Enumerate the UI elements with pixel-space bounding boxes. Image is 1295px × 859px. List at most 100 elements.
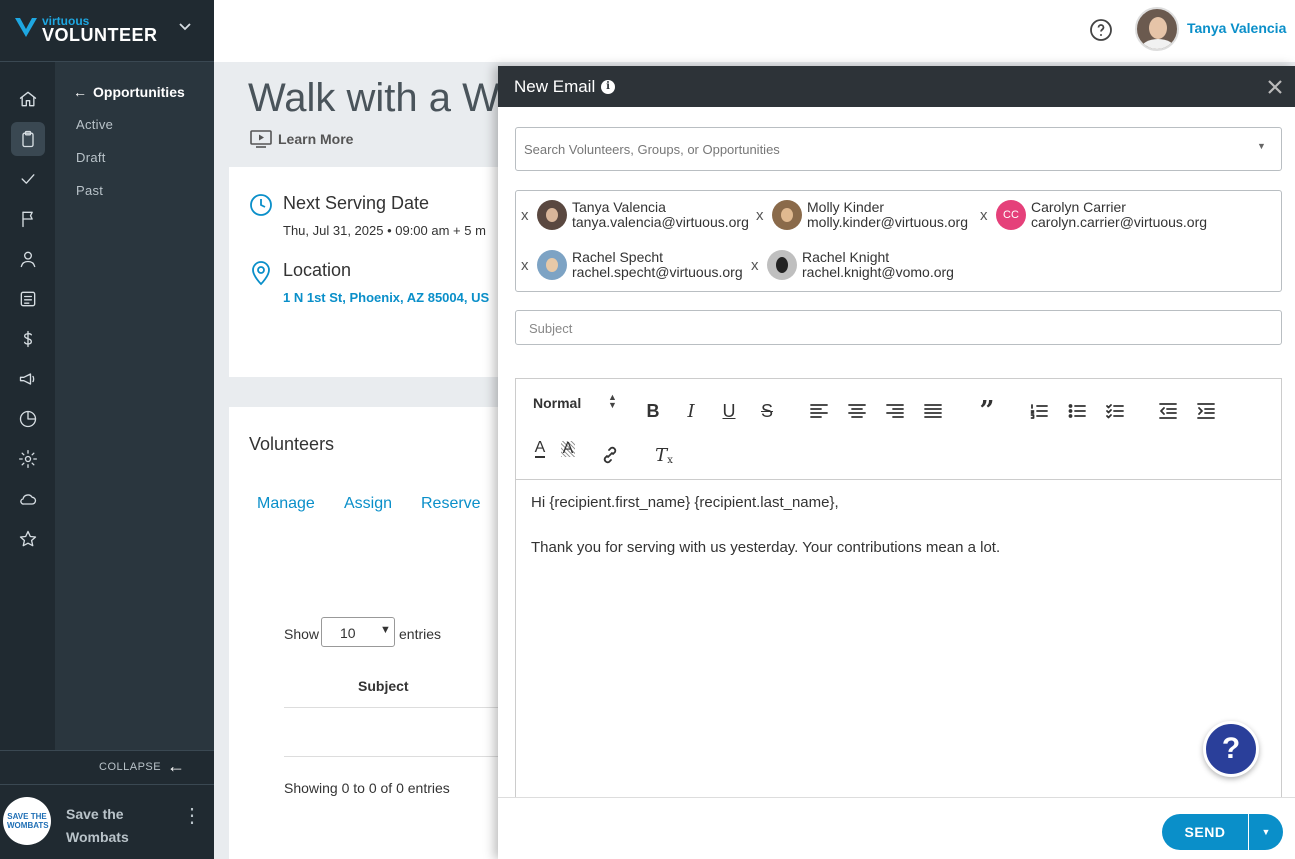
- showing-entries-text: Showing 0 to 0 of 0 entries: [284, 780, 450, 796]
- align-left-icon[interactable]: [807, 399, 831, 423]
- strikethrough-icon[interactable]: S: [755, 399, 779, 423]
- collapse-button[interactable]: COLLAPSE ←: [0, 750, 214, 784]
- checklist-icon[interactable]: [1103, 399, 1127, 423]
- indent-icon[interactable]: [1194, 399, 1218, 423]
- collapse-label: COLLAPSE: [99, 761, 162, 773]
- link-icon[interactable]: [598, 443, 622, 467]
- sort-arrows-icon: ▲ ▼: [608, 392, 617, 410]
- close-icon[interactable]: [1266, 78, 1284, 96]
- megaphone-icon[interactable]: [11, 362, 45, 396]
- recipient-name: Carolyn Carrier: [1031, 199, 1126, 215]
- recipients-box[interactable]: x Tanya Valencia tanya.valencia@virtuous.…: [515, 190, 1282, 292]
- format-select-value: Normal: [533, 395, 582, 411]
- recipient-chip: x Rachel Knight rachel.knight@vomo.org: [751, 250, 954, 280]
- editor-toolbar: Normal ▲ ▼ B I U S ” A A Tx: [516, 379, 1281, 480]
- tab-manage[interactable]: Manage: [257, 495, 315, 513]
- recipient-avatar: [537, 200, 567, 230]
- volunteers-heading: Volunteers: [249, 434, 335, 454]
- location-pin-icon: [252, 261, 270, 286]
- remove-recipient-button[interactable]: x: [980, 207, 996, 224]
- person-icon[interactable]: [11, 242, 45, 276]
- video-play-icon: [250, 130, 272, 148]
- modal-title: New Email: [514, 77, 596, 96]
- location-label: Location: [283, 260, 352, 280]
- dollar-icon[interactable]: [11, 322, 45, 356]
- column-header-subject[interactable]: Subject: [358, 678, 409, 694]
- align-center-icon[interactable]: [845, 399, 869, 423]
- ordered-list-icon[interactable]: [1027, 399, 1051, 423]
- caret-down-icon: ▼: [1261, 827, 1271, 837]
- back-to-opportunities[interactable]: ← Opportunities: [73, 84, 185, 100]
- clear-format-icon[interactable]: Tx: [652, 443, 676, 467]
- email-editor: Normal ▲ ▼ B I U S ” A A Tx Hi {recipient…: [515, 378, 1282, 859]
- info-icon[interactable]: i: [601, 80, 615, 94]
- cloud-icon[interactable]: [11, 482, 45, 516]
- recipient-search-placeholder: Search Volunteers, Groups, or Opportunit…: [524, 142, 780, 157]
- italic-icon[interactable]: I: [679, 399, 703, 423]
- org-switcher[interactable]: SAVE THE WOMBATS Save the Wombats ⋮: [0, 784, 214, 859]
- caret-down-icon[interactable]: ▼: [1257, 141, 1266, 151]
- org-logo: SAVE THE WOMBATS: [3, 797, 51, 845]
- volunteers-card: Volunteers Manage Assign Reserve Show 10…: [229, 407, 529, 859]
- check-icon[interactable]: [11, 162, 45, 196]
- next-serving-label: Next Serving Date: [283, 193, 430, 213]
- top-header: Tanya Valencia: [214, 0, 1295, 62]
- recipient-chip: x Tanya Valencia tanya.valencia@virtuous.…: [521, 200, 749, 230]
- location-link[interactable]: 1 N 1st St, Phoenix, AZ 85004, US: [283, 290, 489, 305]
- tab-reserve[interactable]: Reserve: [421, 495, 481, 513]
- bullet-list-icon[interactable]: [1065, 399, 1089, 423]
- tab-assign[interactable]: Assign: [344, 495, 392, 513]
- kebab-menu-icon[interactable]: ⋮: [182, 806, 202, 826]
- gear-icon[interactable]: [11, 442, 45, 476]
- bold-icon[interactable]: B: [641, 399, 665, 423]
- underline-icon[interactable]: U: [717, 399, 741, 423]
- clipboard-icon[interactable]: [11, 122, 45, 156]
- recipient-email: rachel.specht@virtuous.org: [572, 264, 743, 280]
- send-label: SEND: [1184, 824, 1226, 840]
- recipient-email: carolyn.carrier@virtuous.org: [1031, 214, 1208, 230]
- format-select[interactable]: Normal ▲ ▼: [533, 392, 623, 415]
- org-logo-text: SAVE THE WOMBATS: [7, 812, 49, 830]
- learn-more-link[interactable]: Learn More: [250, 130, 353, 148]
- entries-select-value: 10: [340, 625, 356, 641]
- remove-recipient-button[interactable]: x: [751, 257, 767, 274]
- help-bubble[interactable]: ?: [1203, 721, 1259, 777]
- recipient-chip: x CC Carolyn Carrier carolyn.carrier@virt…: [980, 200, 1207, 230]
- remove-recipient-button[interactable]: x: [756, 207, 772, 224]
- subnav-item-draft[interactable]: Draft: [76, 150, 106, 165]
- recipient-email: rachel.knight@vomo.org: [802, 264, 954, 280]
- help-icon[interactable]: [1089, 18, 1113, 42]
- subnav-item-active[interactable]: Active: [76, 117, 113, 132]
- document-icon[interactable]: [11, 282, 45, 316]
- user-avatar[interactable]: [1135, 7, 1179, 51]
- flag-icon[interactable]: [11, 202, 45, 236]
- serving-info-card: Next Serving Date Thu, Jul 31, 2025 • 09…: [229, 167, 529, 377]
- user-name[interactable]: Tanya Valencia: [1187, 20, 1286, 36]
- recipient-search-input[interactable]: Search Volunteers, Groups, or Opportunit…: [515, 127, 1282, 171]
- align-justify-icon[interactable]: [921, 399, 945, 423]
- home-icon[interactable]: [11, 82, 45, 116]
- subject-input[interactable]: Subject: [515, 310, 1282, 345]
- blockquote-icon[interactable]: ”: [975, 398, 999, 424]
- send-button[interactable]: SEND: [1162, 814, 1248, 850]
- text-color-icon[interactable]: A: [528, 437, 552, 461]
- outdent-icon[interactable]: [1156, 399, 1180, 423]
- brand-bar: virtuous VOLUNTEER: [0, 0, 214, 62]
- subnav-item-past[interactable]: Past: [76, 183, 103, 198]
- remove-recipient-button[interactable]: x: [521, 207, 537, 224]
- divider: [284, 756, 529, 757]
- chevron-down-icon: ▼: [380, 624, 391, 636]
- star-icon[interactable]: [11, 522, 45, 556]
- send-options-button[interactable]: ▼: [1249, 814, 1283, 850]
- recipient-avatar: CC: [996, 200, 1026, 230]
- remove-recipient-button[interactable]: x: [521, 257, 537, 274]
- recipient-name: Tanya Valencia: [572, 199, 666, 215]
- align-right-icon[interactable]: [883, 399, 907, 423]
- pie-chart-icon[interactable]: [11, 402, 45, 436]
- recipient-chip: x Molly Kinder molly.kinder@virtuous.org: [756, 200, 968, 230]
- chevron-down-icon[interactable]: [178, 22, 192, 32]
- entries-select[interactable]: 10 ▼: [321, 617, 395, 647]
- org-name-line2: Wombats: [66, 829, 129, 845]
- highlight-color-icon[interactable]: A: [556, 437, 580, 461]
- recipient-chip: x Rachel Specht rachel.specht@virtuous.or…: [521, 250, 743, 280]
